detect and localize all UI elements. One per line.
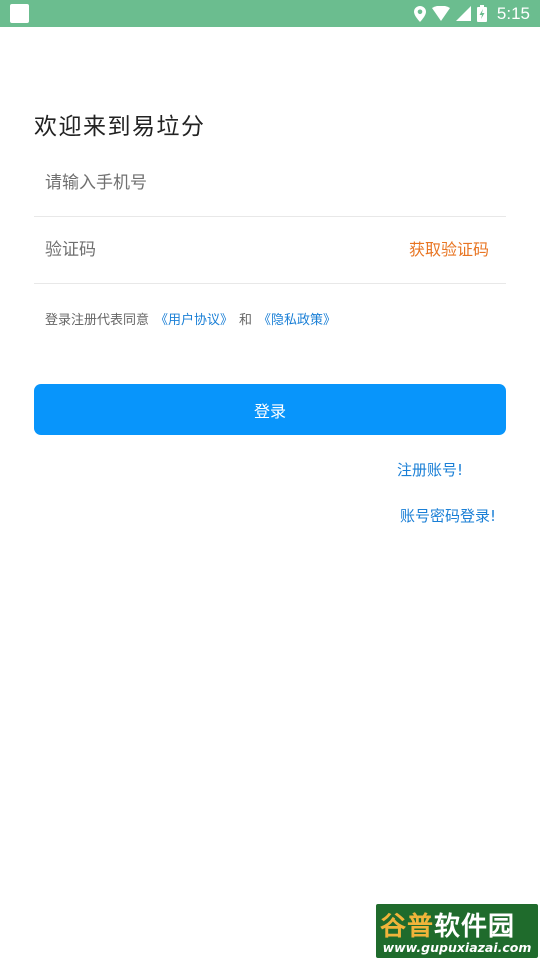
get-code-button[interactable]: 获取验证码: [409, 217, 489, 283]
status-icons: 5:15: [413, 0, 530, 27]
signal-icon: [455, 6, 471, 21]
user-agreement-link[interactable]: 《用户协议》: [155, 313, 233, 328]
status-bar: 5:15: [0, 0, 540, 27]
watermark-url: www.gupuxiazai.com: [382, 940, 532, 955]
phone-field: [34, 150, 506, 217]
status-time: 5:15: [496, 3, 530, 23]
welcome-title: 欢迎来到易垃分: [34, 114, 206, 140]
location-icon: [413, 5, 426, 22]
privacy-policy-link[interactable]: 《隐私政策》: [258, 313, 336, 328]
login-button[interactable]: 登录: [34, 384, 506, 435]
register-link[interactable]: 注册账号!: [397, 459, 463, 480]
agreement-prefix: 登录注册代表同意: [45, 313, 150, 328]
watermark-logo: 谷普软件园 www.gupuxiazai.com: [376, 904, 538, 958]
code-field: 获取验证码: [34, 217, 506, 284]
agreement-and: 和: [239, 313, 253, 328]
battery-charging-icon: [476, 5, 487, 22]
password-login-link[interactable]: 账号密码登录!: [400, 505, 496, 526]
agreement-text: 登录注册代表同意 《用户协议》和《隐私政策》: [45, 309, 336, 328]
phone-input[interactable]: [45, 150, 395, 216]
watermark-title-part2: 软件园: [434, 912, 516, 942]
watermark-title: 谷普软件园: [380, 906, 515, 943]
code-input[interactable]: [45, 217, 395, 283]
wifi-icon: [431, 6, 450, 21]
watermark-title-part1: 谷普: [380, 912, 435, 942]
app-notification-icon: [10, 4, 29, 23]
